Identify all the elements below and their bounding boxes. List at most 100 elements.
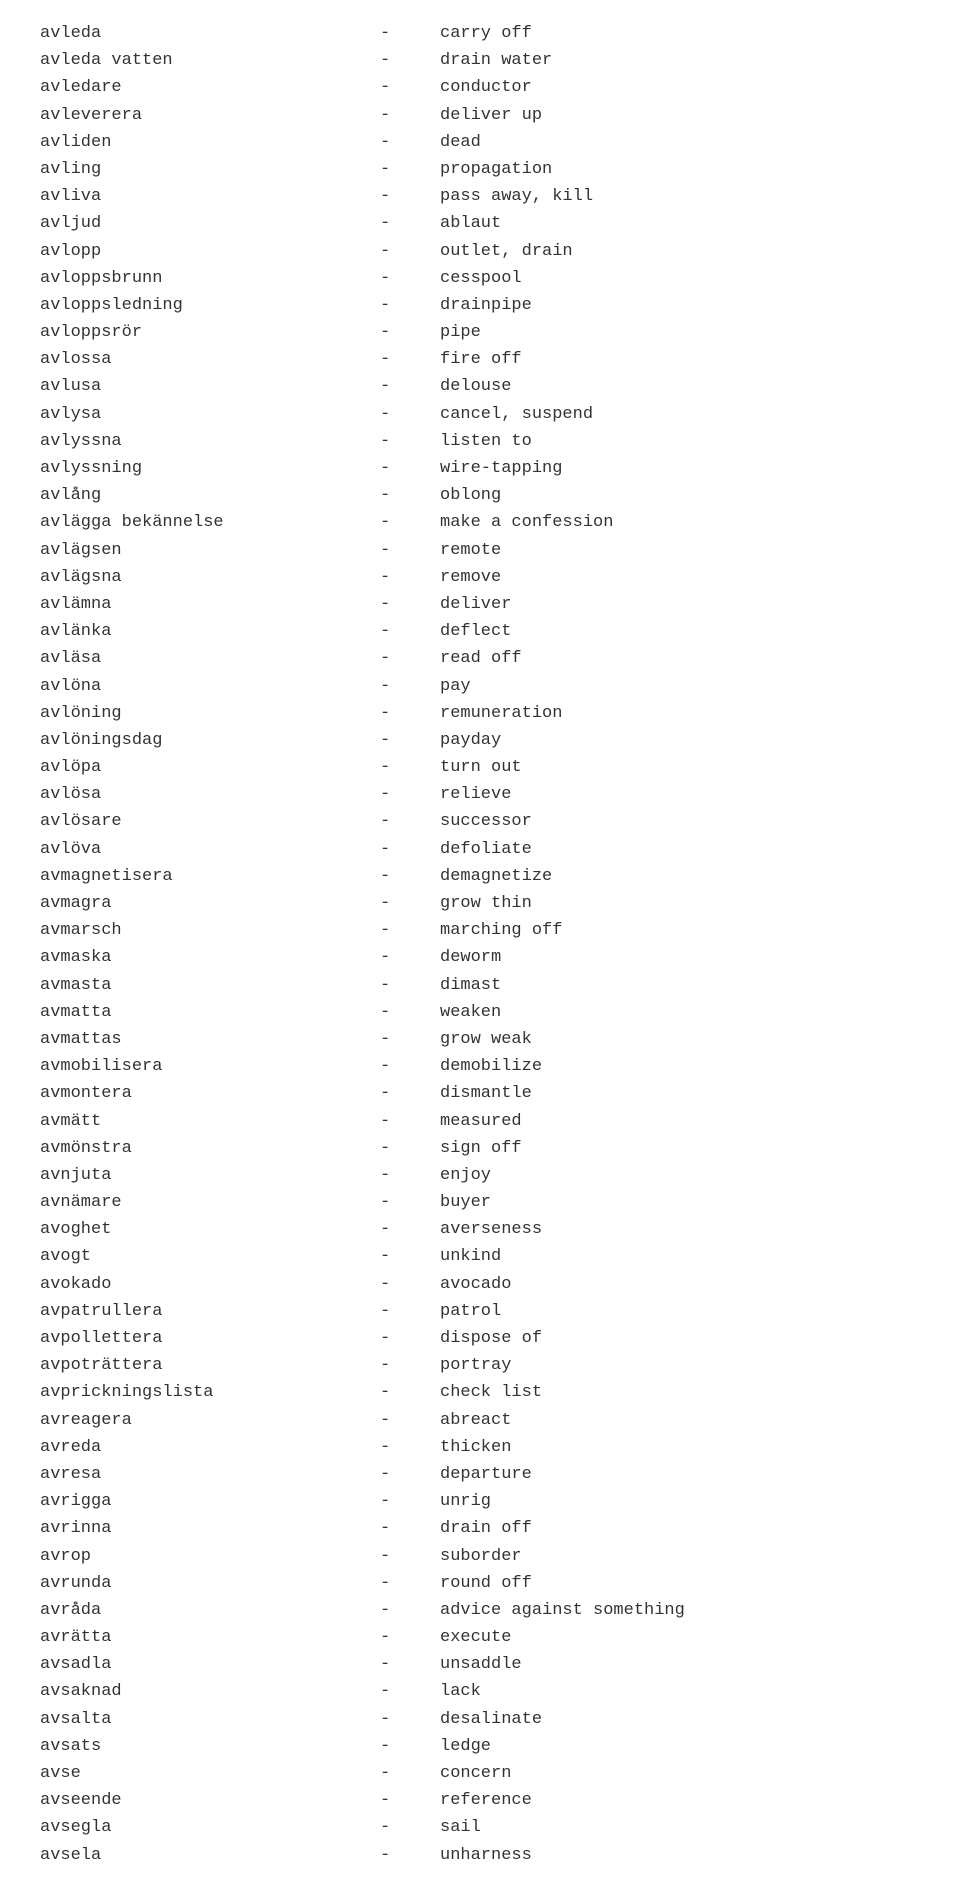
- dictionary-entry: avoghet-averseness: [40, 1216, 920, 1243]
- translation: cesspool: [440, 269, 522, 288]
- separator: -: [380, 591, 440, 618]
- term: avling: [40, 156, 380, 183]
- term: avlösare: [40, 808, 380, 835]
- dictionary-entry: avsela-unharness: [40, 1842, 920, 1869]
- translation: turn out: [440, 758, 522, 777]
- term: avrinna: [40, 1515, 380, 1542]
- term: avmarsch: [40, 917, 380, 944]
- translation: execute: [440, 1628, 511, 1647]
- translation: drainpipe: [440, 296, 532, 315]
- separator: -: [380, 1488, 440, 1515]
- dictionary-entry: avrigga-unrig: [40, 1488, 920, 1515]
- translation: weaken: [440, 1003, 501, 1022]
- translation: dimast: [440, 976, 501, 995]
- separator: -: [380, 1733, 440, 1760]
- translation: remuneration: [440, 704, 562, 723]
- term: avmattas: [40, 1026, 380, 1053]
- separator: -: [380, 890, 440, 917]
- term: avmontera: [40, 1080, 380, 1107]
- dictionary-entry: avleverera-deliver up: [40, 102, 920, 129]
- separator: -: [380, 808, 440, 835]
- translation: pipe: [440, 323, 481, 342]
- separator: -: [380, 727, 440, 754]
- translation: fire off: [440, 350, 522, 369]
- separator: -: [380, 482, 440, 509]
- translation: desalinate: [440, 1710, 542, 1729]
- translation: averseness: [440, 1220, 542, 1239]
- term: avlösa: [40, 781, 380, 808]
- term: avmatta: [40, 999, 380, 1026]
- translation: lack: [440, 1682, 481, 1701]
- translation: dead: [440, 133, 481, 152]
- dictionary-entry: avlöva-defoliate: [40, 836, 920, 863]
- separator: -: [380, 1026, 440, 1053]
- term: avmagnetisera: [40, 863, 380, 890]
- translation: unsaddle: [440, 1655, 522, 1674]
- dictionary-entry: avmaska-deworm: [40, 944, 920, 971]
- translation: unrig: [440, 1492, 491, 1511]
- dictionary-entry: avlämna-deliver: [40, 591, 920, 618]
- separator: -: [380, 1352, 440, 1379]
- separator: -: [380, 564, 440, 591]
- translation: payday: [440, 731, 501, 750]
- dictionary-entry: avlöningsdag-payday: [40, 727, 920, 754]
- separator: -: [380, 1597, 440, 1624]
- translation: deworm: [440, 948, 501, 967]
- term: avpatrullera: [40, 1298, 380, 1325]
- dictionary-entry: avlösa-relieve: [40, 781, 920, 808]
- term: avlämna: [40, 591, 380, 618]
- separator: -: [380, 319, 440, 346]
- term: avse: [40, 1760, 380, 1787]
- separator: -: [380, 74, 440, 101]
- dictionary-entry: avlöpa-turn out: [40, 754, 920, 781]
- dictionary-entry: avleda vatten-drain water: [40, 47, 920, 74]
- translation: unharness: [440, 1846, 532, 1865]
- translation: drain off: [440, 1519, 532, 1538]
- dictionary-entry: avprickningslista-check list: [40, 1379, 920, 1406]
- dictionary-entry: avlägsna-remove: [40, 564, 920, 591]
- separator: -: [380, 455, 440, 482]
- translation: relieve: [440, 785, 511, 804]
- term: avlusa: [40, 373, 380, 400]
- translation: successor: [440, 812, 532, 831]
- term: avlossa: [40, 346, 380, 373]
- term: avsats: [40, 1733, 380, 1760]
- translation: deliver: [440, 595, 511, 614]
- separator: -: [380, 1515, 440, 1542]
- translation: reference: [440, 1791, 532, 1810]
- dictionary-entry: avnämare-buyer: [40, 1189, 920, 1216]
- dictionary-entry: avreda-thicken: [40, 1434, 920, 1461]
- separator: -: [380, 700, 440, 727]
- term: avlöva: [40, 836, 380, 863]
- dictionary-entry: avpollettera-dispose of: [40, 1325, 920, 1352]
- dictionary-entry: avsadla-unsaddle: [40, 1651, 920, 1678]
- separator: -: [380, 1842, 440, 1869]
- separator: -: [380, 1570, 440, 1597]
- term: avmagra: [40, 890, 380, 917]
- term: avresa: [40, 1461, 380, 1488]
- dictionary-entry: avmattas-grow weak: [40, 1026, 920, 1053]
- translation: demobilize: [440, 1057, 542, 1076]
- term: avrigga: [40, 1488, 380, 1515]
- dictionary-entry: avogt-unkind: [40, 1243, 920, 1270]
- term: avnjuta: [40, 1162, 380, 1189]
- translation: buyer: [440, 1193, 491, 1212]
- translation: round off: [440, 1574, 532, 1593]
- dictionary-entry: avmontera-dismantle: [40, 1080, 920, 1107]
- separator: -: [380, 1243, 440, 1270]
- translation: advice against something: [440, 1601, 685, 1620]
- term: avmaska: [40, 944, 380, 971]
- separator: -: [380, 836, 440, 863]
- term: avlänka: [40, 618, 380, 645]
- dictionary-entry: avseende-reference: [40, 1787, 920, 1814]
- separator: -: [380, 346, 440, 373]
- separator: -: [380, 1189, 440, 1216]
- term: avokado: [40, 1271, 380, 1298]
- term: avrop: [40, 1543, 380, 1570]
- dictionary-entry: avloppsrör-pipe: [40, 319, 920, 346]
- dictionary-entry: avsaknad-lack: [40, 1678, 920, 1705]
- translation: demagnetize: [440, 867, 552, 886]
- separator: -: [380, 917, 440, 944]
- separator: -: [380, 999, 440, 1026]
- dictionary-entry: avsats-ledge: [40, 1733, 920, 1760]
